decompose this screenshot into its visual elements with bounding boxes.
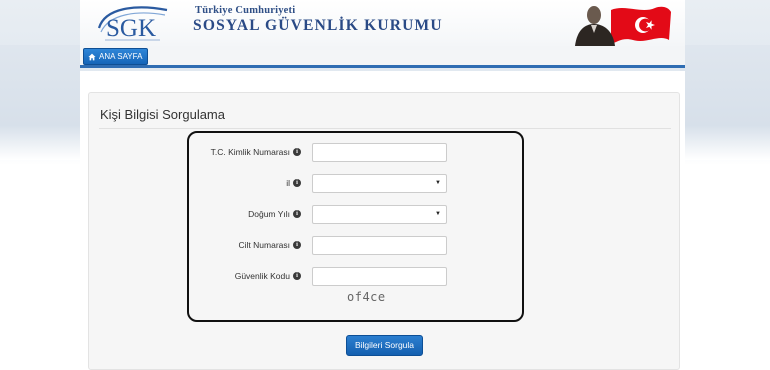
- caret-down-icon: ▼: [435, 211, 441, 217]
- background-side-right: [680, 45, 770, 160]
- form-row-il: il i ▼: [189, 174, 526, 194]
- info-icon[interactable]: i: [293, 241, 301, 249]
- info-icon[interactable]: i: [293, 179, 301, 187]
- main-content: Kişi Bilgisi Sorgulama T.C. Kimlik Numar…: [80, 71, 685, 370]
- cilt-numarasi-label: Cilt Numarası: [238, 240, 290, 250]
- svg-text:SGK: SGK: [106, 15, 156, 42]
- panel-divider: [99, 128, 671, 129]
- tc-kimlik-input[interactable]: [312, 143, 447, 162]
- il-select[interactable]: ▼: [312, 174, 447, 193]
- guvenlik-kodu-label: Güvenlik Kodu: [234, 271, 290, 281]
- nav-bar: ANA SAYFA: [80, 46, 685, 68]
- form-row-cilt-numarasi: Cilt Numarası i: [189, 236, 526, 256]
- info-icon[interactable]: i: [293, 148, 301, 156]
- tc-kimlik-label: T.C. Kimlik Numarası: [210, 147, 290, 157]
- dogum-yili-label: Doğum Yılı: [248, 209, 290, 219]
- form-row-tc-kimlik: T.C. Kimlik Numarası i: [189, 143, 526, 163]
- panel-title: Kişi Bilgisi Sorgulama: [100, 107, 225, 122]
- form-row-guvenlik-kodu: Güvenlik Kodu i: [189, 267, 526, 287]
- org-title: SOSYAL GÜVENLİK KURUMU: [193, 17, 443, 34]
- background-side-left: [0, 45, 80, 160]
- query-panel: Kişi Bilgisi Sorgulama T.C. Kimlik Numar…: [88, 92, 680, 370]
- dogum-yili-select[interactable]: ▼: [312, 205, 447, 224]
- info-icon[interactable]: i: [293, 210, 301, 218]
- cilt-numarasi-input[interactable]: [312, 236, 447, 255]
- form-row-dogum-yili: Doğum Yılı i ▼: [189, 205, 526, 225]
- flag-portrait-image: [563, 0, 673, 46]
- submit-query-button[interactable]: Bilgileri Sorgula: [346, 335, 423, 356]
- site-header: SGK Türkiye Cumhuriyeti SOSYAL GÜVENLİK …: [80, 0, 685, 46]
- home-button[interactable]: ANA SAYFA: [83, 48, 149, 65]
- sgk-logo[interactable]: SGK: [95, 2, 171, 44]
- il-label: il: [286, 178, 290, 188]
- guvenlik-kodu-input[interactable]: [312, 267, 447, 286]
- caret-down-icon: ▼: [435, 180, 441, 186]
- query-form: T.C. Kimlik Numarası i il i ▼ Doğum Yılı: [187, 131, 524, 322]
- home-button-label: ANA SAYFA: [99, 52, 143, 61]
- home-icon: [88, 53, 96, 61]
- org-subtitle: Türkiye Cumhuriyeti: [195, 5, 296, 16]
- captcha-image: of4ce: [347, 290, 386, 304]
- info-icon[interactable]: i: [293, 272, 301, 280]
